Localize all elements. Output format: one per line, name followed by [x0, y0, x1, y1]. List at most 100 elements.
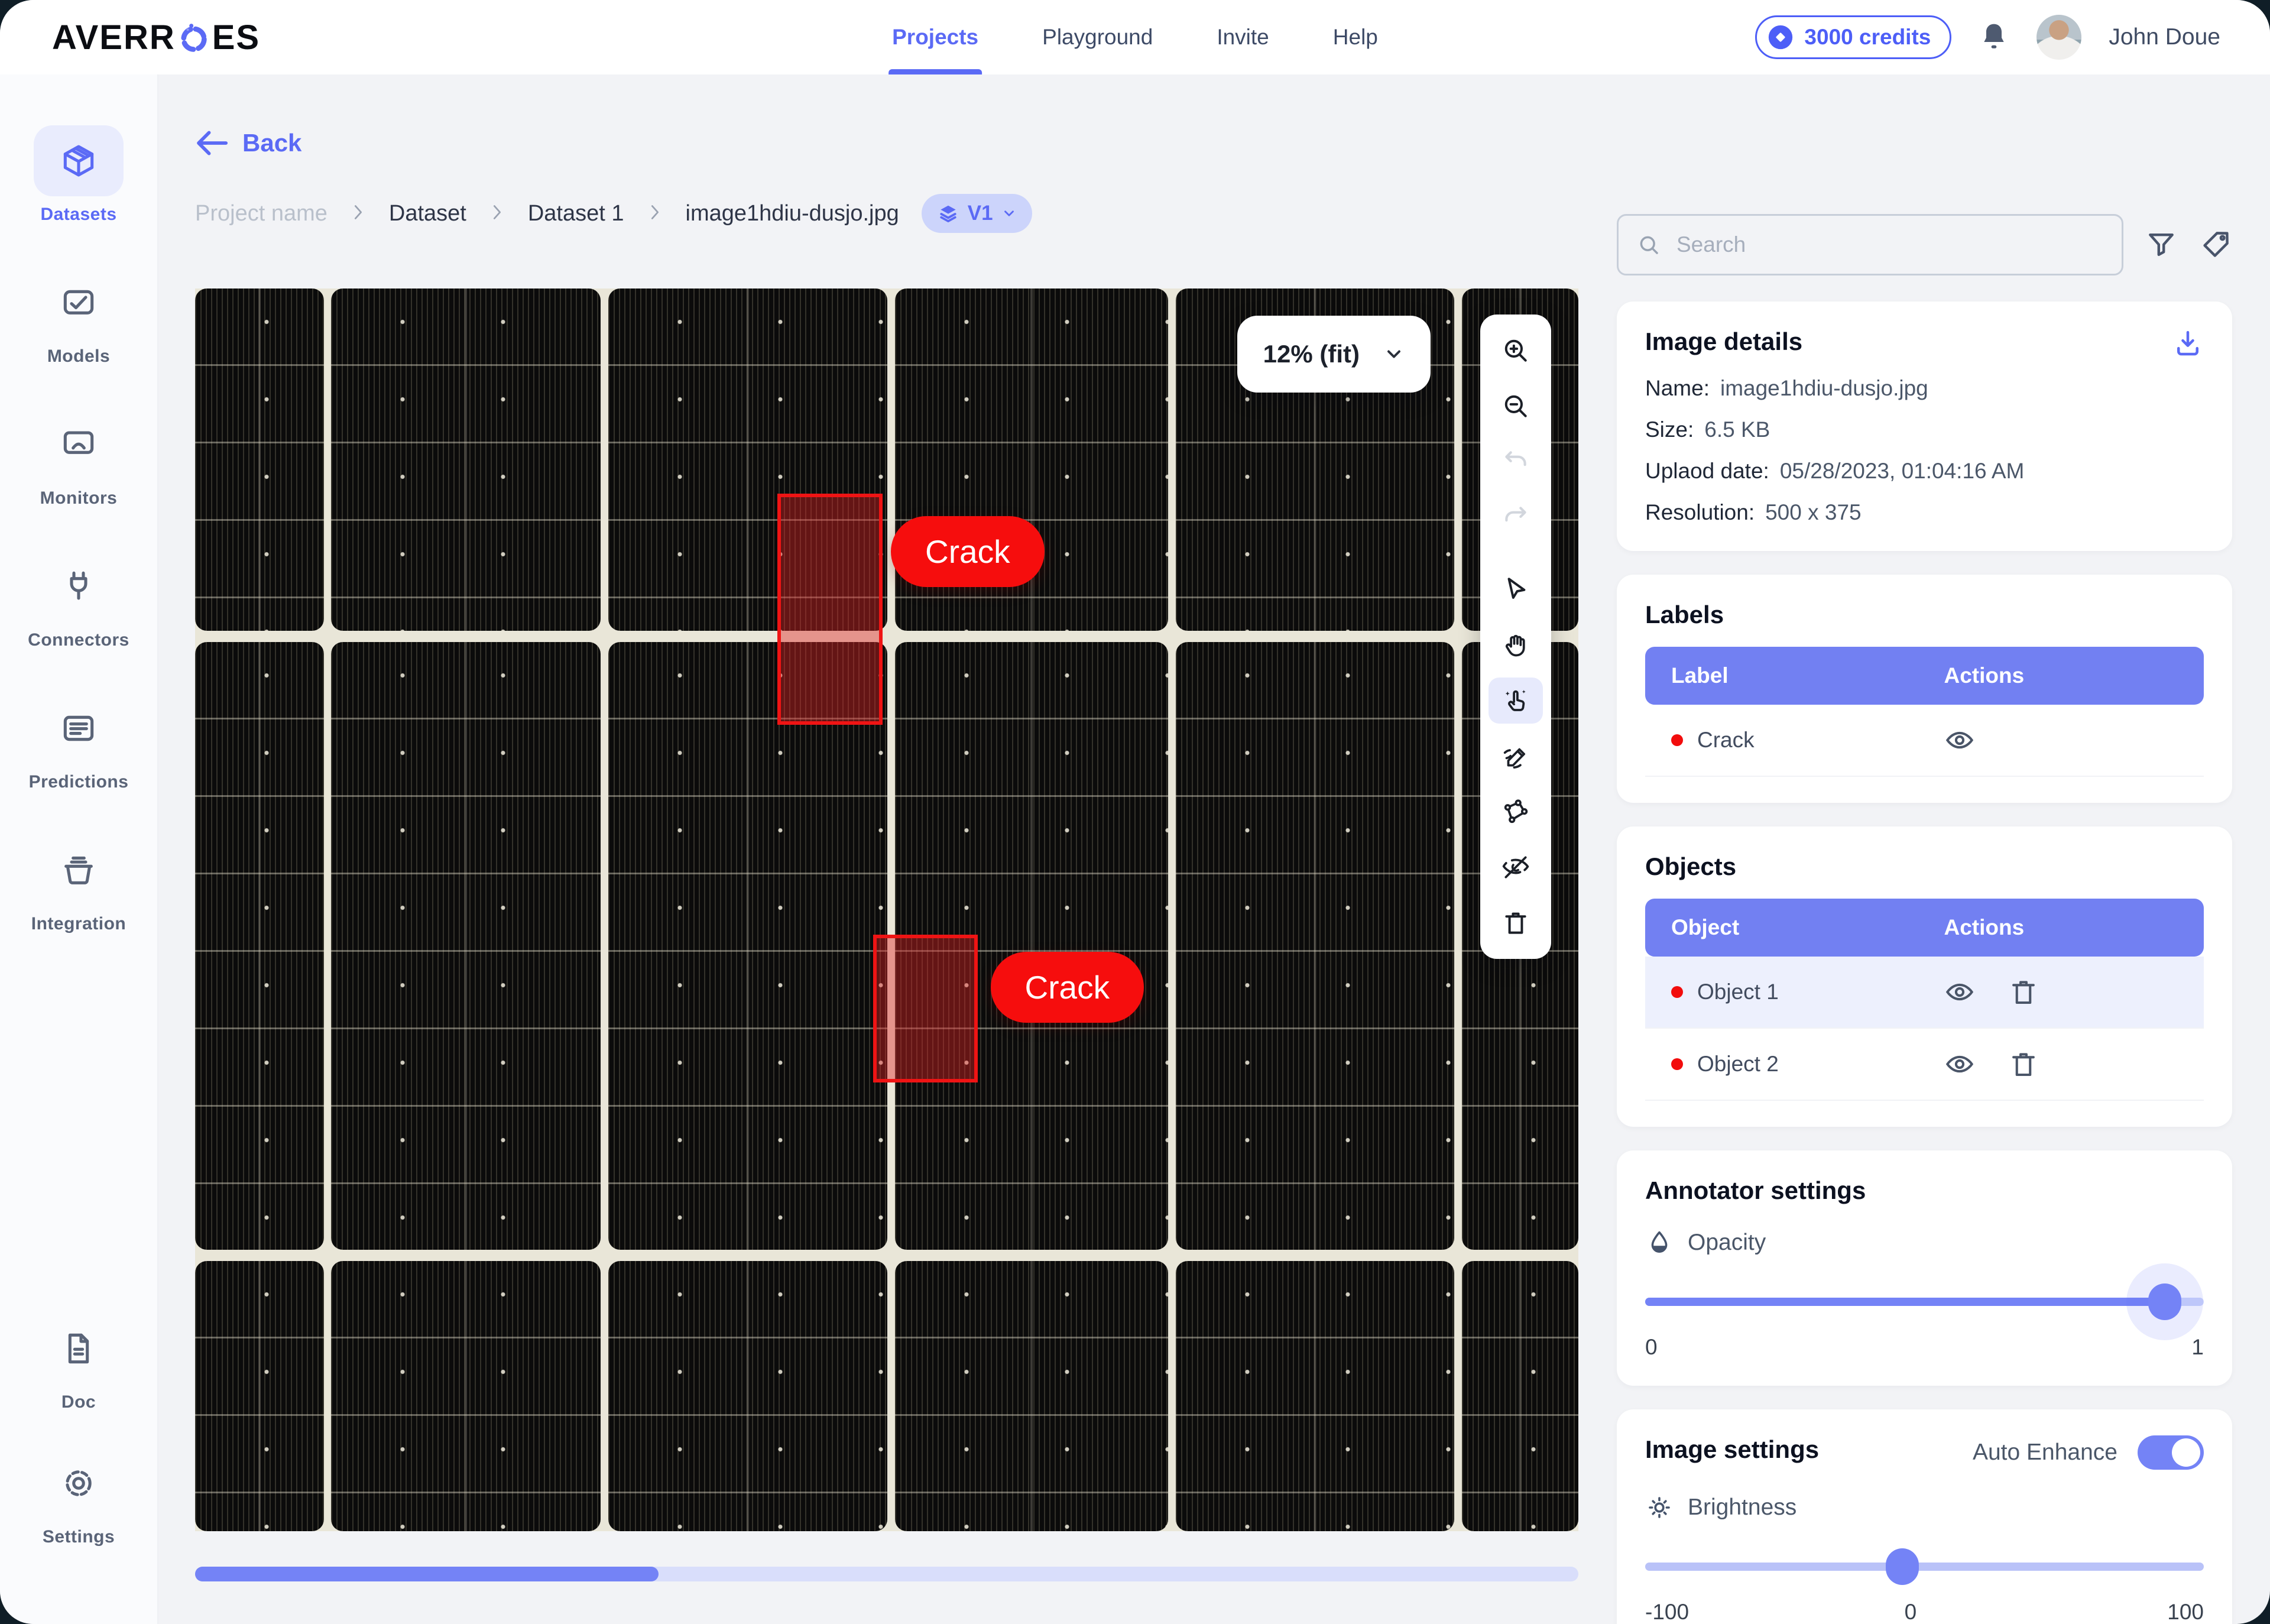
opacity-slider[interactable]	[1645, 1284, 2204, 1320]
settings-gear-icon	[34, 1448, 124, 1519]
canvas-horizontal-scrollbar[interactable]	[195, 1567, 1578, 1581]
sidebar-label: Models	[47, 346, 110, 367]
opacity-max-label: 1	[2191, 1335, 2204, 1360]
table-row: Crack	[1645, 705, 2204, 777]
labels-table-header: Label Actions	[1645, 647, 2204, 705]
filter-button[interactable]	[2145, 228, 2178, 261]
brightness-zero-label: 0	[1905, 1600, 1917, 1624]
sidebar-item-doc[interactable]: Doc	[34, 1313, 124, 1412]
auto-enhance-toggle[interactable]	[2138, 1435, 2204, 1470]
brightness-sun-icon	[1645, 1493, 1674, 1522]
solar-module	[1176, 642, 1455, 1250]
sidebar-item-integration[interactable]: Integration	[31, 835, 127, 934]
smart-annotate-tool[interactable]	[1480, 673, 1551, 728]
breadcrumb-filename[interactable]: image1hdiu-dusjo.jpg	[686, 201, 899, 226]
annotation-bounding-box[interactable]	[777, 494, 883, 725]
models-icon	[34, 267, 124, 338]
chevron-right-icon	[647, 202, 663, 225]
label-color-dot	[1671, 734, 1683, 746]
right-panel: Image details Name:image1hdiu-dusjo.jpg …	[1617, 74, 2270, 1624]
resolution-label: Resolution:	[1645, 500, 1755, 525]
auto-enhance-label: Auto Enhance	[1973, 1440, 2117, 1466]
back-label: Back	[242, 129, 301, 157]
image-settings-card: Image settings Auto Enhance Brightness	[1617, 1409, 2232, 1624]
brightness-min-label: -100	[1645, 1600, 1689, 1624]
solar-module	[608, 642, 887, 1250]
zoom-in-tool[interactable]	[1480, 323, 1551, 378]
nav-help[interactable]: Help	[1333, 0, 1378, 74]
zoom-out-tool[interactable]	[1480, 378, 1551, 434]
select-cursor-tool[interactable]	[1480, 562, 1551, 617]
sidebar-item-datasets[interactable]: Datasets	[34, 125, 124, 225]
nav-projects[interactable]: Projects	[892, 0, 978, 74]
sidebar-item-connectors[interactable]: Connectors	[28, 551, 129, 650]
actions-column-header: Actions	[1944, 663, 2204, 688]
toggle-visibility-button[interactable]	[1944, 724, 1976, 756]
object-color-dot	[1671, 1058, 1683, 1070]
hide-annotations-tool[interactable]	[1480, 839, 1551, 895]
sidebar-item-models[interactable]: Models	[34, 267, 124, 367]
slider-handle[interactable]	[2148, 1283, 2181, 1320]
undo-tool[interactable]	[1480, 434, 1551, 490]
objects-table-header: Object Actions	[1645, 899, 2204, 957]
logo-o-icon	[179, 22, 209, 53]
main-area: Back Project name Dataset Dataset 1 imag…	[158, 74, 1617, 1624]
draw-pen-tool[interactable]	[1480, 728, 1551, 784]
annotation-label-pill[interactable]: Crack	[891, 516, 1045, 587]
datasets-cube-icon	[34, 125, 124, 196]
slider-handle[interactable]	[1886, 1548, 1919, 1585]
credits-button[interactable]: 3000 credits	[1755, 15, 1951, 59]
annotation-label-pill[interactable]: Crack	[991, 952, 1144, 1023]
sidebar-label: Predictions	[29, 772, 129, 792]
version-selector[interactable]: V1	[922, 194, 1032, 233]
trash-icon	[2008, 976, 2039, 1008]
table-row: Object 1	[1645, 957, 2204, 1029]
coin-icon	[1768, 24, 1794, 50]
delete-object-button[interactable]	[2008, 976, 2039, 1008]
breadcrumb-dataset-1[interactable]: Dataset 1	[528, 201, 624, 226]
canvas-toolbar	[1480, 315, 1551, 959]
breadcrumb-dataset[interactable]: Dataset	[389, 201, 466, 226]
annotation-canvas[interactable]: Crack Crack 12% (fit)	[195, 289, 1578, 1531]
brightness-max-label: 100	[2167, 1600, 2204, 1624]
sidebar-item-predictions[interactable]: Predictions	[29, 693, 129, 792]
logo[interactable]: AVERR ES	[52, 18, 260, 57]
object-name: Object 2	[1697, 1052, 1779, 1077]
sidebar-item-settings[interactable]: Settings	[34, 1448, 124, 1547]
toggle-visibility-button[interactable]	[1944, 976, 1976, 1008]
resolution-value: 500 x 375	[1765, 500, 1862, 525]
label-column-header: Label	[1645, 663, 1944, 688]
download-icon	[2172, 328, 2204, 359]
redo-tool[interactable]	[1480, 490, 1551, 545]
back-button[interactable]: Back	[195, 129, 301, 157]
logo-text-left: AVERR	[52, 18, 176, 57]
opacity-label: Opacity	[1688, 1230, 1766, 1256]
delete-tool[interactable]	[1480, 895, 1551, 951]
sidebar-item-monitors[interactable]: Monitors	[34, 409, 124, 508]
scrollbar-thumb[interactable]	[195, 1567, 659, 1581]
toggle-visibility-button[interactable]	[1944, 1048, 1976, 1080]
download-button[interactable]	[2172, 328, 2204, 359]
nav-playground[interactable]: Playground	[1042, 0, 1153, 74]
breadcrumb-project[interactable]: Project name	[195, 201, 327, 226]
zoom-level-dropdown[interactable]: 12% (fit)	[1237, 316, 1431, 393]
object-column-header: Object	[1645, 915, 1944, 940]
notifications-bell-icon[interactable]	[1979, 21, 2009, 54]
avatar[interactable]	[2036, 15, 2081, 60]
slider-track[interactable]	[1645, 1563, 2204, 1571]
objects-card: Objects Object Actions Object 1	[1617, 826, 2232, 1127]
search-input[interactable]	[1676, 232, 2104, 257]
polygon-tool[interactable]	[1480, 784, 1551, 839]
image-details-card: Image details Name:image1hdiu-dusjo.jpg …	[1617, 302, 2232, 551]
nav-invite[interactable]: Invite	[1217, 0, 1269, 74]
breadcrumb: Project name Dataset Dataset 1 image1hdi…	[195, 194, 1578, 233]
delete-object-button[interactable]	[2008, 1048, 2039, 1080]
tag-button[interactable]	[2199, 228, 2232, 261]
annotation-bounding-box[interactable]	[873, 935, 978, 1082]
name-value: image1hdiu-dusjo.jpg	[1720, 376, 1928, 401]
brightness-slider[interactable]	[1645, 1549, 2204, 1584]
pan-hand-tool[interactable]	[1480, 617, 1551, 673]
solar-module	[195, 1261, 324, 1531]
top-right-cluster: 3000 credits John Doue	[1755, 15, 2220, 60]
eye-icon	[1944, 976, 1976, 1008]
